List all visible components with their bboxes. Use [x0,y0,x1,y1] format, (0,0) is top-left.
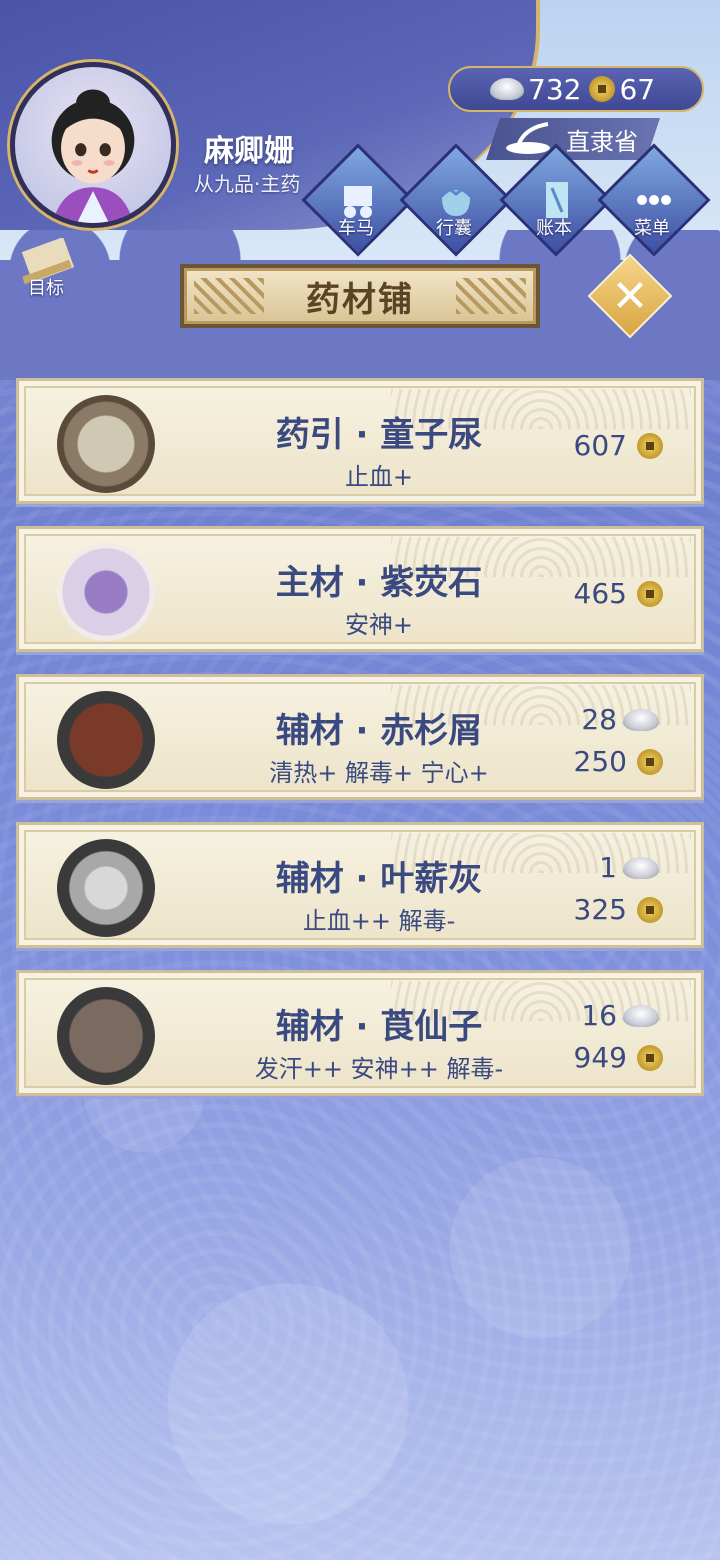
coin-price-value: 250 [573,745,627,778]
shop-item[interactable]: 辅材 · 莨仙子 发汗++ 安神++ 解毒- 16 949 [16,970,704,1096]
copper-coin-icon [637,432,663,459]
item-title: 辅材 · 莨仙子 [275,1007,483,1047]
shop-item[interactable]: 辅材 · 叶薪灰 止血++ 解毒- 1 325 [16,822,704,948]
coin-price: 607 [574,429,663,462]
player-name: 麻卿姗 [204,134,294,169]
nav-ledger-label: 账本 [536,218,572,239]
silver-ingot-icon [490,78,524,100]
shop-item[interactable]: 主材 · 紫荧石 安神+ 465 [16,526,704,652]
goal-label: 目标 [28,278,64,299]
silver-ingot-icon [623,1004,659,1027]
silver-price: 16 [581,999,663,1032]
item-title: 主材 · 紫荧石 [275,563,483,603]
herb-dish-icon [57,395,155,493]
silver-price-value: 28 [581,703,617,736]
herb-dish-icon [57,691,155,789]
nav-carriage-label: 车马 [338,218,374,239]
shop-item[interactable]: 辅材 · 赤杉屑 清热+ 解毒+ 宁心+ 28 250 [16,674,704,800]
item-effect: 安神+ [344,611,414,639]
nav-menu-label: 菜单 [634,218,670,239]
silver-price-value: 1 [599,851,617,884]
copper-coin-icon [637,580,663,607]
nav-bundle-label: 行囊 [436,218,472,239]
item-title: 辅材 · 叶薪灰 [275,859,483,899]
copper-coin-icon [637,748,663,775]
shop-title: 药材铺 [180,264,540,328]
copper-coin-icon [637,896,663,923]
coin-price: 465 [574,577,663,610]
item-title: 药引 · 童子尿 [275,415,483,455]
coin-price-value: 607 [573,429,627,462]
coin-price: 250 [574,745,663,778]
region-name: 直隶省 [566,127,638,156]
player-avatar[interactable] [10,62,176,228]
item-effect: 发汗++ 安神++ 解毒- [254,1055,504,1083]
shop-item[interactable]: 药引 · 童子尿 止血+ 607 [16,378,704,504]
silver-price-value: 16 [581,999,617,1032]
coin-price-value: 325 [573,893,627,926]
player-rank: 从九品·主药 [194,172,301,196]
herb-dish-icon [57,987,155,1085]
coin-price-value: 949 [573,1041,627,1074]
copper-coin-icon [637,1044,663,1071]
herb-dish-icon [57,543,155,641]
coin-amount: 67 [619,72,656,106]
coin-price: 325 [574,893,663,926]
copper-coin-icon [589,76,616,102]
silver-amount: 732 [528,72,582,106]
item-title: 辅材 · 赤杉屑 [275,711,483,751]
close-icon[interactable]: ✕ [600,266,660,326]
item-effect: 清热+ 解毒+ 宁心+ [269,759,489,787]
silver-ingot-icon [623,856,659,879]
coin-price-value: 465 [573,577,627,610]
item-effect: 止血++ 解毒- [302,907,456,935]
silver-ingot-icon [623,708,659,731]
silver-price: 28 [581,703,663,736]
coin-price: 949 [574,1041,663,1074]
currency-bar: 732 67 [448,66,704,112]
silver-price: 1 [599,851,663,884]
shop-title-text: 药材铺 [306,279,414,320]
item-effect: 止血+ [344,463,414,491]
herb-dish-icon [57,839,155,937]
